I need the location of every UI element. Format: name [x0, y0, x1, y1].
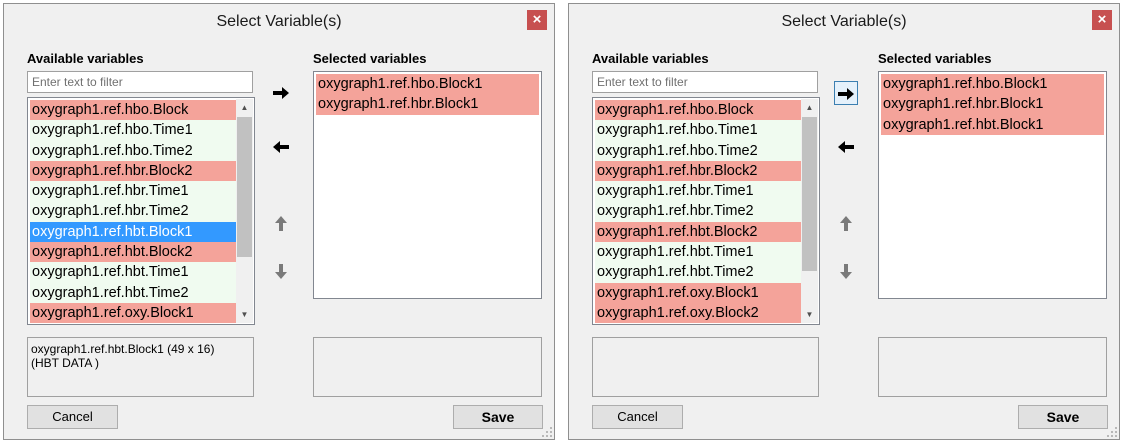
available-variables-label: Available variables — [592, 51, 709, 66]
title-bar[interactable]: Select Variable(s) × — [4, 4, 554, 40]
arrow-down-icon — [275, 264, 287, 279]
available-variable-item[interactable]: oxygraph1.ref.hbt.Time1 — [30, 262, 236, 283]
select-variables-dialog: Select Variable(s) × Available variables… — [568, 3, 1120, 440]
variable-info-line: (HBT DATA ) — [31, 356, 100, 370]
selected-info-panel — [878, 337, 1107, 397]
selected-info-panel — [313, 337, 542, 397]
move-down-button[interactable] — [834, 260, 858, 284]
scroll-up-icon[interactable]: ▲ — [236, 99, 253, 116]
close-icon: × — [1097, 11, 1107, 28]
available-variable-item[interactable]: oxygraph1.ref.hbr.Time2 — [595, 201, 801, 222]
remove-variable-button[interactable] — [269, 135, 293, 159]
available-variable-item[interactable]: oxygraph1.ref.hbr.Time2 — [30, 201, 236, 222]
selected-variable-item[interactable]: oxygraph1.ref.hbo.Block1 — [881, 74, 1104, 95]
available-variable-item[interactable]: oxygraph1.ref.oxy.Block1 — [595, 282, 801, 303]
selected-variable-item[interactable]: oxygraph1.ref.hbt.Block1 — [881, 114, 1104, 135]
available-variables-label: Available variables — [27, 51, 144, 66]
available-variable-item[interactable]: oxygraph1.ref.hbr.Block2 — [595, 160, 801, 182]
selected-variables-label: Selected variables — [313, 51, 427, 66]
resize-grip-icon[interactable] — [1107, 427, 1117, 437]
available-variable-item[interactable]: oxygraph1.ref.hbr.Block2 — [30, 160, 236, 182]
dialog-title: Select Variable(s) — [216, 13, 342, 30]
remove-variable-button[interactable] — [834, 135, 858, 159]
dialog-title: Select Variable(s) — [781, 13, 907, 30]
arrow-left-icon — [273, 141, 289, 153]
selected-variable-item[interactable]: oxygraph1.ref.hbr.Block1 — [316, 94, 539, 115]
selected-variables-label: Selected variables — [878, 51, 992, 66]
selected-variables-list[interactable]: oxygraph1.ref.hbo.Block1 oxygraph1.ref.hb… — [878, 71, 1107, 299]
close-button[interactable]: × — [527, 10, 547, 30]
add-variable-button[interactable] — [834, 81, 858, 105]
move-up-button[interactable] — [269, 211, 293, 235]
close-icon: × — [532, 11, 542, 28]
available-variable-item[interactable]: oxygraph1.ref.hbo.Time1 — [595, 120, 801, 141]
close-button[interactable]: × — [1092, 10, 1112, 30]
available-variable-item[interactable]: oxygraph1.ref.hbo.Block — [30, 100, 236, 121]
available-variables-list[interactable]: oxygraph1.ref.hbo.Block oxygraph1.ref.hbo… — [592, 97, 820, 325]
available-variable-item[interactable]: oxygraph1.ref.oxy.Block1 — [30, 302, 236, 324]
scroll-up-icon[interactable]: ▲ — [801, 99, 818, 116]
filter-input[interactable]: Enter text to filter — [592, 71, 818, 93]
arrow-left-icon — [838, 141, 854, 153]
variable-info-panel — [592, 337, 819, 397]
vertical-scrollbar[interactable]: ▲ ▼ — [236, 99, 253, 323]
add-variable-button[interactable] — [269, 81, 293, 105]
save-button[interactable]: Save — [453, 405, 543, 429]
variable-info-panel: oxygraph1.ref.hbt.Block1 (49 x 16) (HBT … — [27, 337, 254, 397]
available-variable-item[interactable]: oxygraph1.ref.hbo.Time2 — [30, 140, 236, 161]
available-variable-item[interactable]: oxygraph1.ref.hbt.Time2 — [595, 262, 801, 283]
available-variable-item[interactable]: oxygraph1.ref.hbt.Block2 — [30, 242, 236, 263]
save-button[interactable]: Save — [1018, 405, 1108, 429]
resize-grip-icon[interactable] — [542, 427, 552, 437]
title-bar[interactable]: Select Variable(s) × — [569, 4, 1119, 40]
move-up-button[interactable] — [834, 211, 858, 235]
selected-variables-list[interactable]: oxygraph1.ref.hbo.Block1 oxygraph1.ref.hb… — [313, 71, 542, 299]
scroll-down-icon[interactable]: ▼ — [236, 306, 253, 323]
available-variable-item[interactable]: oxygraph1.ref.hbr.Time1 — [30, 181, 236, 202]
available-variable-item[interactable]: oxygraph1.ref.hbo.Time1 — [30, 120, 236, 141]
available-variable-item[interactable]: oxygraph1.ref.hbt.Time2 — [30, 282, 236, 303]
arrow-up-icon — [840, 216, 852, 231]
available-variable-item[interactable]: oxygraph1.ref.oxy.Block2 — [595, 302, 801, 324]
scroll-thumb[interactable] — [802, 117, 817, 271]
move-down-button[interactable] — [269, 260, 293, 284]
selected-variable-item[interactable]: oxygraph1.ref.hbo.Block1 — [316, 74, 539, 95]
select-variables-dialog: Select Variable(s) × Available variables… — [3, 3, 555, 440]
available-variable-item[interactable]: oxygraph1.ref.hbo.Block — [595, 100, 801, 121]
available-variable-item[interactable]: oxygraph1.ref.hbo.Time2 — [595, 140, 801, 161]
scroll-down-icon[interactable]: ▼ — [801, 306, 818, 323]
arrow-down-icon — [840, 264, 852, 279]
cancel-button[interactable]: Cancel — [27, 405, 118, 429]
selected-variable-item[interactable]: oxygraph1.ref.hbr.Block1 — [881, 94, 1104, 115]
available-variable-item[interactable]: oxygraph1.ref.hbt.Block1 — [30, 221, 236, 243]
arrow-right-icon — [273, 87, 289, 99]
arrow-right-icon — [838, 88, 854, 100]
variable-info-line: oxygraph1.ref.hbt.Block1 (49 x 16) — [31, 342, 215, 356]
available-variables-list[interactable]: oxygraph1.ref.hbo.Block oxygraph1.ref.hbo… — [27, 97, 255, 325]
available-variable-item[interactable]: oxygraph1.ref.hbr.Time1 — [595, 181, 801, 202]
scroll-thumb[interactable] — [237, 117, 252, 257]
vertical-scrollbar[interactable]: ▲ ▼ — [801, 99, 818, 323]
available-variable-item[interactable]: oxygraph1.ref.hbt.Time1 — [595, 242, 801, 263]
filter-input[interactable]: Enter text to filter — [27, 71, 253, 93]
cancel-button[interactable]: Cancel — [592, 405, 683, 429]
arrow-up-icon — [275, 216, 287, 231]
available-variable-item[interactable]: oxygraph1.ref.hbt.Block2 — [595, 221, 801, 243]
